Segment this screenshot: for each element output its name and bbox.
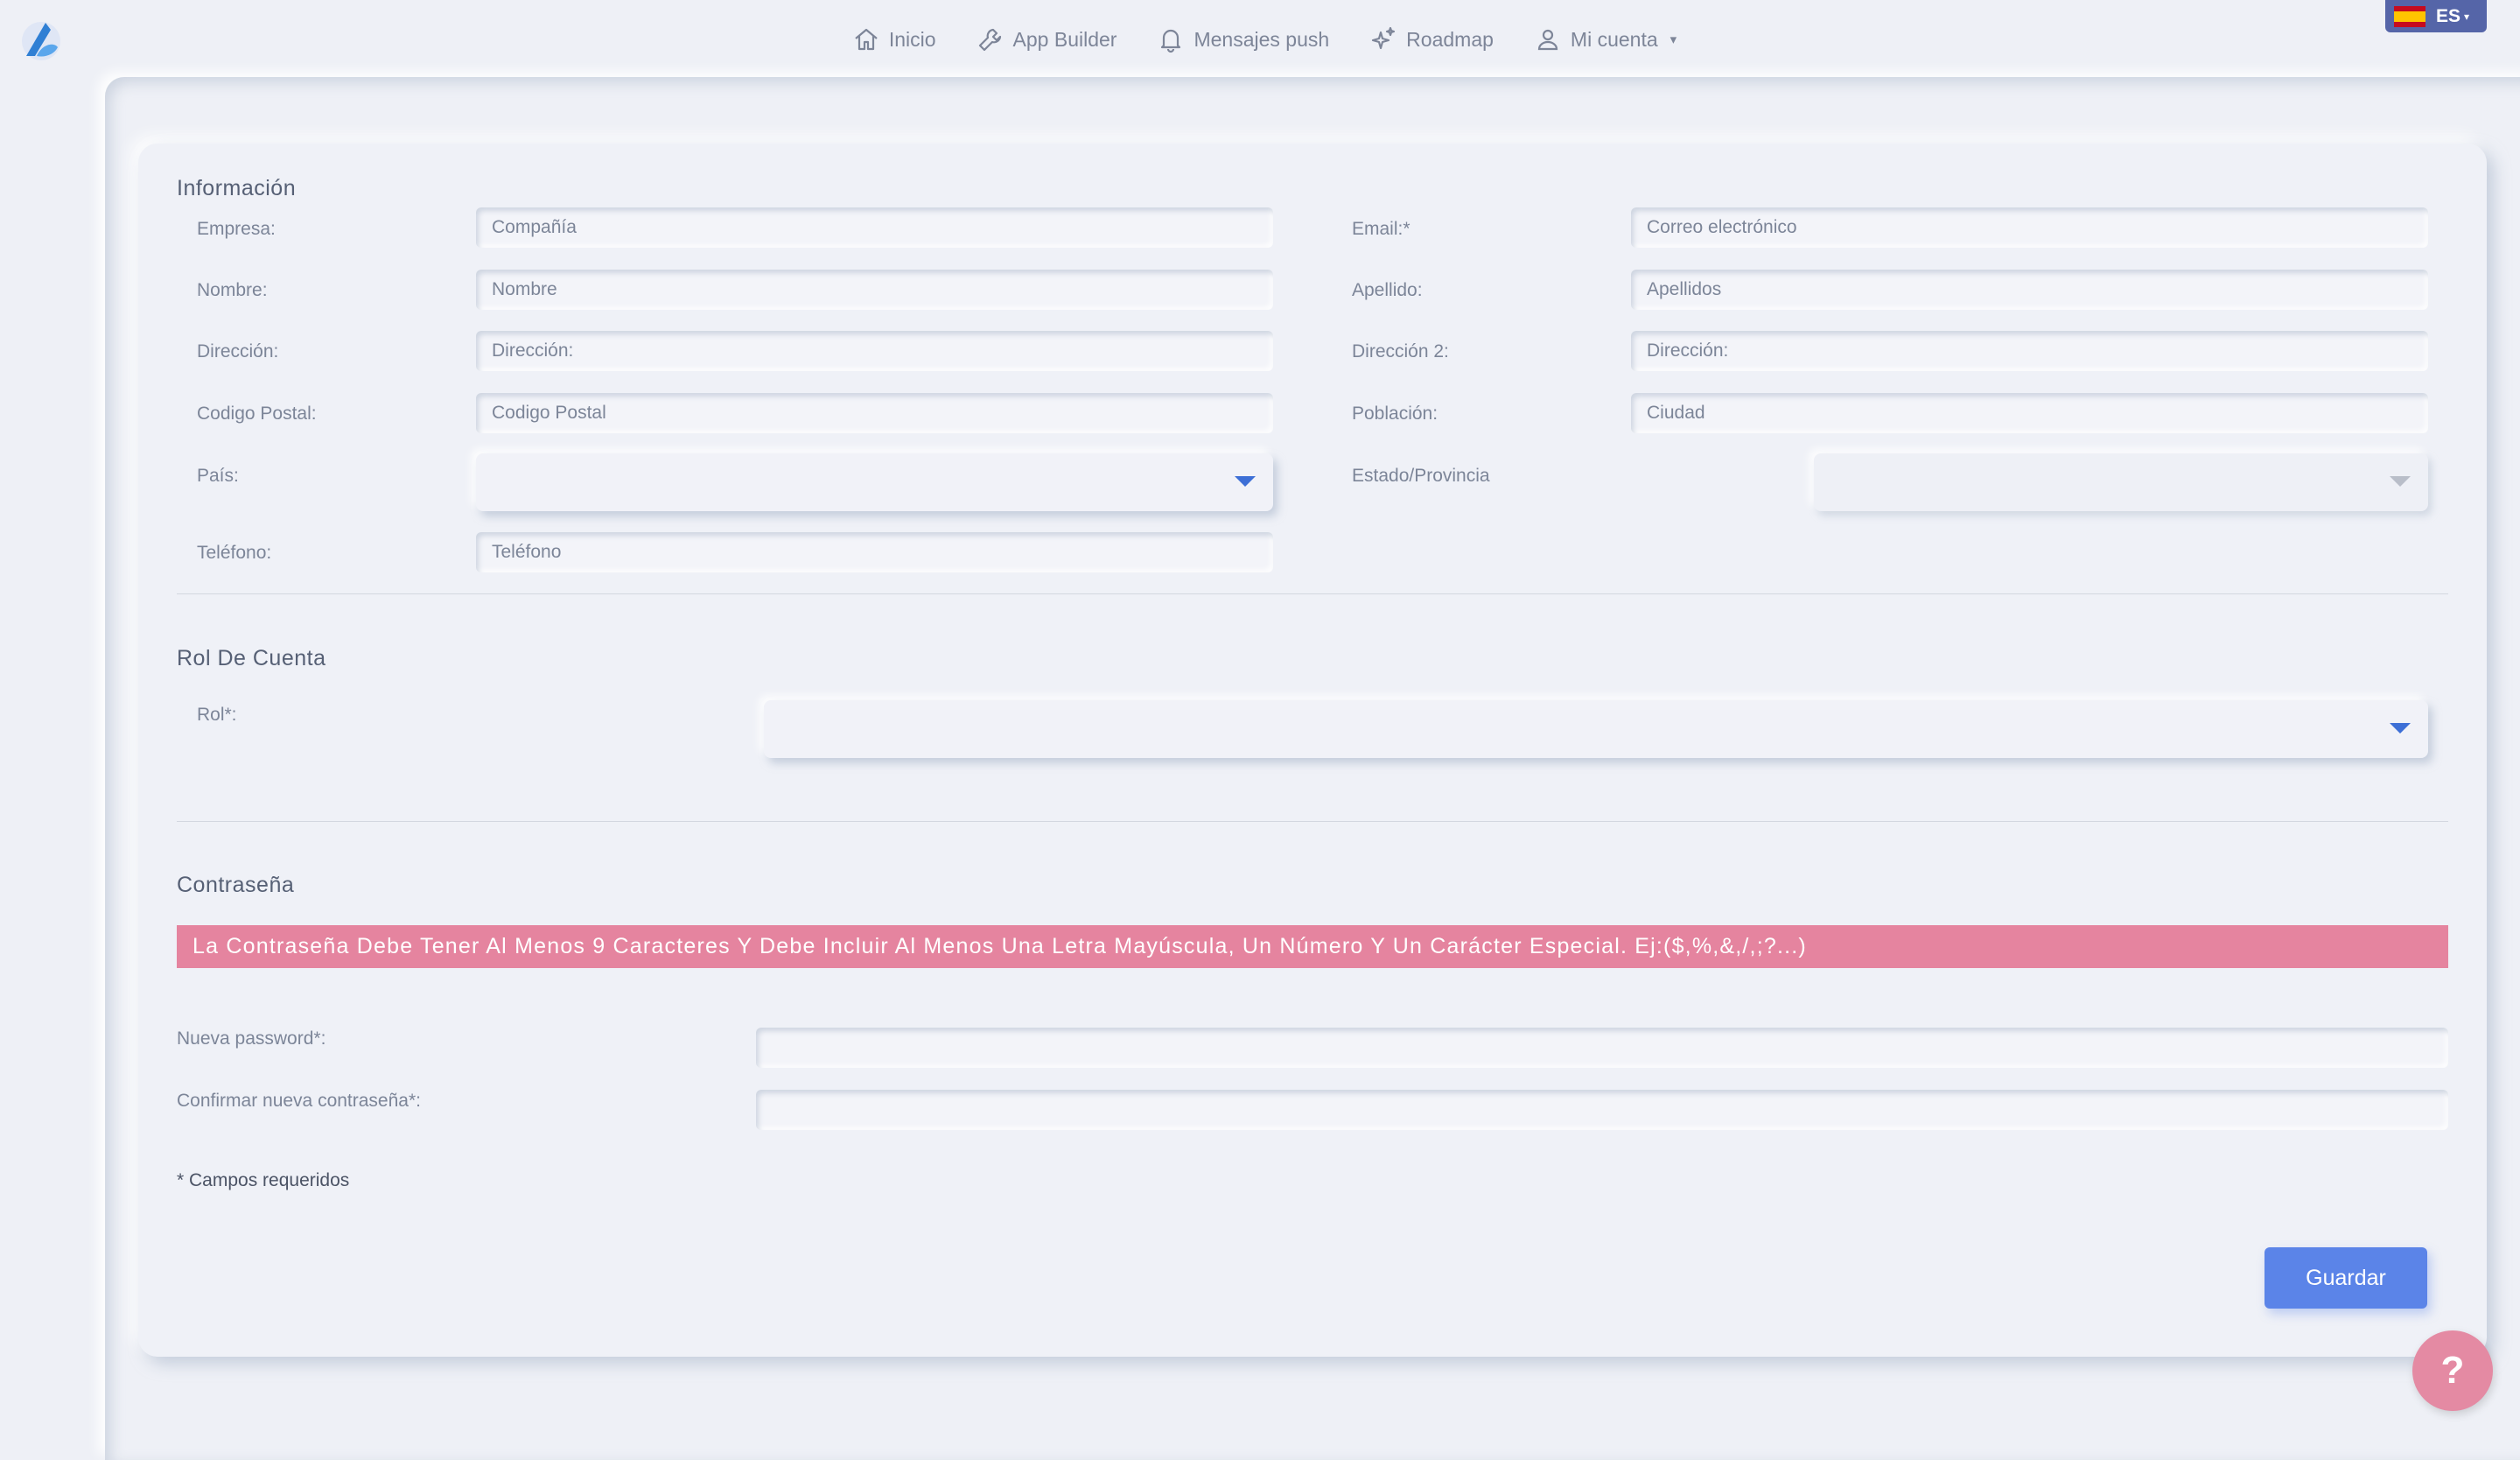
lastname-input[interactable] <box>1631 270 2428 310</box>
email-label: Email:* <box>1352 219 1410 239</box>
nav-item-mi-cuenta[interactable]: Mi cuenta ▾ <box>1534 25 1676 53</box>
confirm-password-label: Confirmar nueva contraseña*: <box>177 1091 421 1111</box>
nav-label: Roadmap <box>1406 27 1494 51</box>
nav-item-app-builder[interactable]: App Builder <box>976 25 1117 53</box>
bell-icon <box>1161 29 1181 53</box>
country-select[interactable] <box>476 453 1273 511</box>
state-select[interactable] <box>1814 453 2428 511</box>
user-icon <box>1537 29 1558 51</box>
name-input[interactable] <box>476 270 1273 310</box>
zip-label: Codigo Postal: <box>197 404 317 424</box>
email-input[interactable] <box>1631 207 2428 248</box>
section-title-password: Contraseña <box>177 873 295 897</box>
confirm-password-input[interactable] <box>756 1090 2448 1130</box>
country-label: País: <box>197 466 239 486</box>
new-password-input[interactable] <box>756 1028 2448 1068</box>
phone-input[interactable] <box>476 532 1273 572</box>
section-divider <box>177 593 2448 594</box>
new-password-label: Nueva password*: <box>177 1028 326 1049</box>
role-label: Rol*: <box>197 705 237 725</box>
chevron-down-icon <box>2390 476 2411 487</box>
language-selector[interactable]: ES ▾ <box>2385 0 2487 32</box>
chevron-down-icon: ▾ <box>1670 32 1677 47</box>
save-button[interactable]: Guardar <box>2264 1247 2427 1309</box>
sparkle-icon <box>1372 26 1396 50</box>
role-select[interactable] <box>764 700 2428 758</box>
password-requirements-alert: La Contraseña Debe Tener Al Menos 9 Cara… <box>177 925 2448 968</box>
lastname-label: Apellido: <box>1352 280 1423 300</box>
chevron-down-icon: ▾ <box>2464 10 2470 23</box>
zip-input[interactable] <box>476 393 1273 433</box>
help-button[interactable]: ? <box>2412 1330 2493 1411</box>
city-label: Población: <box>1352 404 1438 424</box>
chevron-down-icon <box>2390 723 2411 734</box>
wrench-icon <box>978 28 1001 52</box>
address2-label: Dirección 2: <box>1352 341 1449 361</box>
nav-item-roadmap[interactable]: Roadmap <box>1369 25 1494 53</box>
city-input[interactable] <box>1631 393 2428 433</box>
nav-label: Mensajes push <box>1194 27 1330 51</box>
nav-item-inicio[interactable]: Inicio <box>852 25 936 53</box>
required-fields-note: * Campos requeridos <box>177 1170 350 1190</box>
spain-flag-icon <box>2394 5 2426 27</box>
home-icon <box>855 28 878 51</box>
section-divider <box>177 821 2448 822</box>
section-title-info: Información <box>177 176 297 200</box>
nav-label: Inicio <box>888 27 936 51</box>
address-input[interactable] <box>476 331 1273 371</box>
chevron-down-icon <box>1235 476 1256 487</box>
nav-item-mensajes-push[interactable]: Mensajes push <box>1157 25 1329 53</box>
name-label: Nombre: <box>197 280 268 300</box>
top-nav: Inicio App Builder Mensajes push Roadmap… <box>0 19 2520 60</box>
address-label: Dirección: <box>197 341 279 361</box>
company-input[interactable] <box>476 207 1273 248</box>
address2-input[interactable] <box>1631 331 2428 371</box>
nav-label: App Builder <box>1012 27 1117 51</box>
language-code: ES <box>2436 5 2461 26</box>
state-label: Estado/Provincia <box>1352 466 1490 486</box>
nav-label: Mi cuenta <box>1570 27 1658 51</box>
company-label: Empresa: <box>197 219 276 239</box>
phone-label: Teléfono: <box>197 543 272 563</box>
section-title-role: Rol De Cuenta <box>177 646 326 670</box>
